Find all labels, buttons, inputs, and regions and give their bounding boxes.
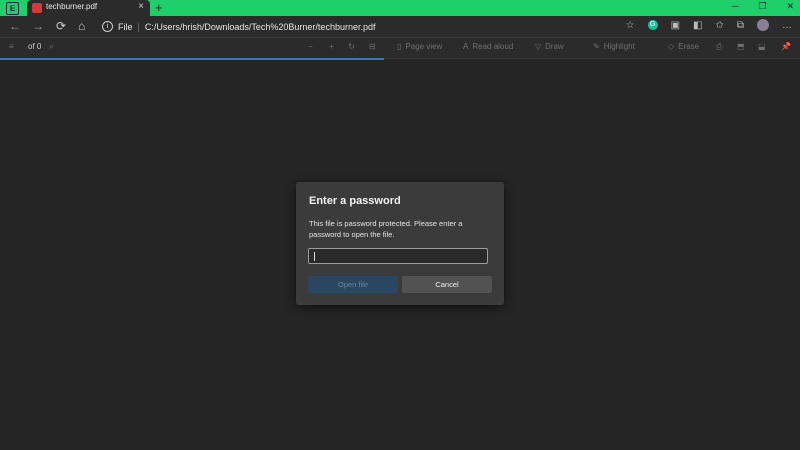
- info-icon[interactable]: i: [102, 21, 113, 32]
- draw-label: Draw: [545, 42, 564, 51]
- zoom-in-icon[interactable]: +: [329, 42, 334, 51]
- tab-techburner[interactable]: techburner.pdf ×: [27, 0, 150, 16]
- draw-icon: ▽: [535, 42, 542, 51]
- window-controls: ─ ❐ ✕: [732, 1, 794, 12]
- erase-button[interactable]: ◇ Erase: [668, 42, 699, 51]
- highlight-label: Highlight: [603, 42, 635, 51]
- address-path: C:/Users/hrish/Downloads/Tech%20Burner/t…: [144, 21, 376, 32]
- fit-page-icon[interactable]: ⊟: [369, 42, 376, 51]
- erase-label: Erase: [678, 42, 700, 51]
- dialog-title: Enter a password: [309, 195, 401, 207]
- extension-icon[interactable]: ▣: [671, 20, 680, 31]
- read-aloud-button[interactable]: A Read aloud: [463, 42, 513, 51]
- open-file-button[interactable]: Open file: [308, 276, 398, 293]
- restore-button[interactable]: ❐: [758, 1, 766, 12]
- collections-hub-icon[interactable]: ⧉: [737, 20, 744, 31]
- password-dialog: Enter a password This file is password p…: [296, 182, 504, 305]
- address-bar[interactable]: i File | C:/Users/hrish/Downloads/Tech%2…: [102, 19, 375, 34]
- new-tab-button[interactable]: +: [155, 0, 163, 16]
- home-icon[interactable]: ⌂: [78, 19, 85, 33]
- collections-icon[interactable]: ◧: [693, 20, 702, 31]
- tab-title: techburner.pdf: [46, 2, 98, 11]
- search-icon[interactable]: ⌕: [49, 42, 53, 52]
- close-tab-icon[interactable]: ×: [138, 1, 144, 12]
- highlight-button[interactable]: ✎ Highlight: [593, 42, 635, 51]
- divider: |: [137, 21, 140, 32]
- save-as-icon[interactable]: ⬓: [758, 42, 766, 51]
- menu-icon[interactable]: ≡: [9, 42, 14, 51]
- highlight-icon: ✎: [593, 42, 600, 51]
- loading-progress-bar: [0, 58, 384, 60]
- text-caret: [314, 252, 315, 261]
- app-icon[interactable]: E: [6, 2, 19, 15]
- grammarly-icon[interactable]: G: [647, 20, 658, 30]
- favorites-icon[interactable]: ✩: [715, 20, 723, 31]
- reload-icon[interactable]: ⟳: [56, 19, 66, 33]
- rotate-icon[interactable]: ↻: [348, 42, 355, 51]
- title-bar: E techburner.pdf × + ─ ❐ ✕: [0, 0, 800, 16]
- page-view-icon: ▯: [397, 42, 402, 51]
- password-input[interactable]: [308, 248, 488, 264]
- page-view-button[interactable]: ▯ Page view: [397, 42, 442, 51]
- page-count: of 0: [28, 42, 42, 51]
- toolbar-icons: ☆ G ▣ ◧ ✩ ⧉ …: [626, 19, 792, 31]
- close-window-button[interactable]: ✕: [786, 1, 794, 12]
- save-icon[interactable]: ⬒: [737, 42, 745, 51]
- cancel-button[interactable]: Cancel: [402, 276, 492, 293]
- pdf-toolbar: ≡ of 0 ⌕ − + ↻ ⊟ ▯ Page view A Read alou…: [0, 38, 800, 59]
- forward-icon[interactable]: →: [32, 19, 44, 33]
- pdf-icon: [32, 3, 42, 13]
- zoom-out-icon[interactable]: −: [308, 42, 313, 51]
- more-icon[interactable]: …: [782, 20, 792, 31]
- erase-icon: ◇: [668, 42, 675, 51]
- minimize-button[interactable]: ─: [732, 1, 738, 12]
- page-view-label: Page view: [405, 42, 443, 51]
- navigation-bar: ← → ⟳ ⌂ i File | C:/Users/hrish/Download…: [0, 16, 800, 38]
- add-favorite-icon[interactable]: ☆: [626, 20, 635, 31]
- back-icon[interactable]: ←: [9, 19, 21, 33]
- pin-icon[interactable]: 📌: [781, 42, 791, 51]
- avatar[interactable]: [757, 19, 769, 31]
- draw-button[interactable]: ▽ Draw: [535, 42, 564, 51]
- read-aloud-label: Read aloud: [472, 42, 514, 51]
- dialog-message: This file is password protected. Please …: [309, 219, 463, 239]
- print-icon[interactable]: ⎙: [716, 42, 722, 52]
- read-aloud-icon: A: [463, 42, 469, 51]
- address-scheme: File: [118, 21, 133, 32]
